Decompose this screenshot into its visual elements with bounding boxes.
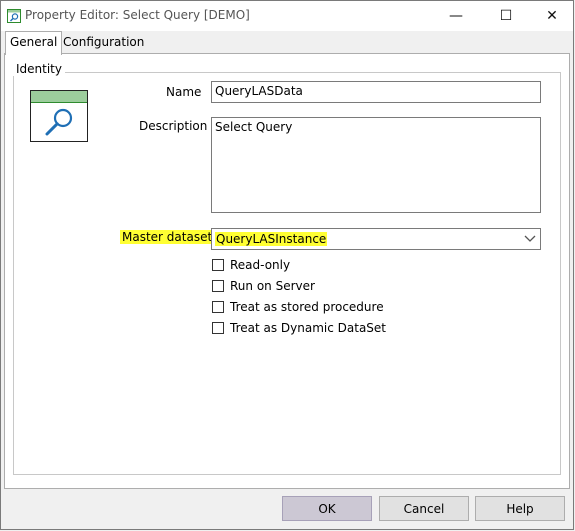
- window-title: Property Editor: Select Query [DEMO]: [25, 8, 250, 22]
- master-dataset-label: Master dataset: [120, 230, 215, 244]
- chevron-down-icon[interactable]: [524, 232, 536, 247]
- description-field[interactable]: Select Query: [211, 117, 541, 213]
- name-label: Name: [166, 85, 202, 99]
- read-only-checkbox[interactable]: [212, 259, 224, 271]
- run-on-server-label: Run on Server: [230, 279, 315, 293]
- help-button[interactable]: Help: [475, 496, 565, 521]
- minimize-button[interactable]: —: [433, 1, 479, 31]
- name-field[interactable]: QueryLASData: [211, 81, 541, 103]
- title-bar: Property Editor: Select Query [DEMO] — ☐…: [1, 1, 573, 31]
- stored-procedure-label: Treat as stored procedure: [230, 300, 384, 314]
- general-panel: Identity Name QueryLASData Description S…: [4, 53, 570, 489]
- close-button[interactable]: ✕: [529, 1, 575, 31]
- tab-configuration[interactable]: Configuration: [59, 32, 148, 54]
- run-on-server-checkbox[interactable]: [212, 280, 224, 292]
- dynamic-dataset-option[interactable]: Treat as Dynamic DataSet: [212, 320, 386, 336]
- stored-procedure-checkbox[interactable]: [212, 301, 224, 313]
- query-dataset-icon: [30, 90, 88, 142]
- close-icon: ✕: [546, 8, 558, 24]
- tab-general[interactable]: General: [5, 31, 63, 55]
- description-label: Description: [139, 119, 208, 133]
- read-only-option[interactable]: Read-only: [212, 257, 290, 273]
- stored-procedure-option[interactable]: Treat as stored procedure: [212, 299, 384, 315]
- property-editor-window: Property Editor: Select Query [DEMO] — ☐…: [0, 0, 574, 530]
- maximize-icon: ☐: [499, 8, 513, 24]
- minimize-icon: —: [449, 8, 463, 24]
- dynamic-dataset-label: Treat as Dynamic DataSet: [230, 321, 387, 335]
- dynamic-dataset-checkbox[interactable]: [212, 322, 224, 334]
- identity-group-label: Identity: [13, 62, 65, 76]
- master-dataset-value: QueryLASInstance: [215, 232, 328, 246]
- ok-button[interactable]: OK: [282, 496, 372, 521]
- query-magnifier-icon: [7, 9, 21, 23]
- read-only-label: Read-only: [230, 258, 291, 272]
- master-dataset-select[interactable]: QueryLASInstance: [211, 228, 541, 250]
- run-on-server-option[interactable]: Run on Server: [212, 278, 315, 294]
- maximize-button[interactable]: ☐: [483, 1, 529, 31]
- cancel-button[interactable]: Cancel: [379, 496, 469, 521]
